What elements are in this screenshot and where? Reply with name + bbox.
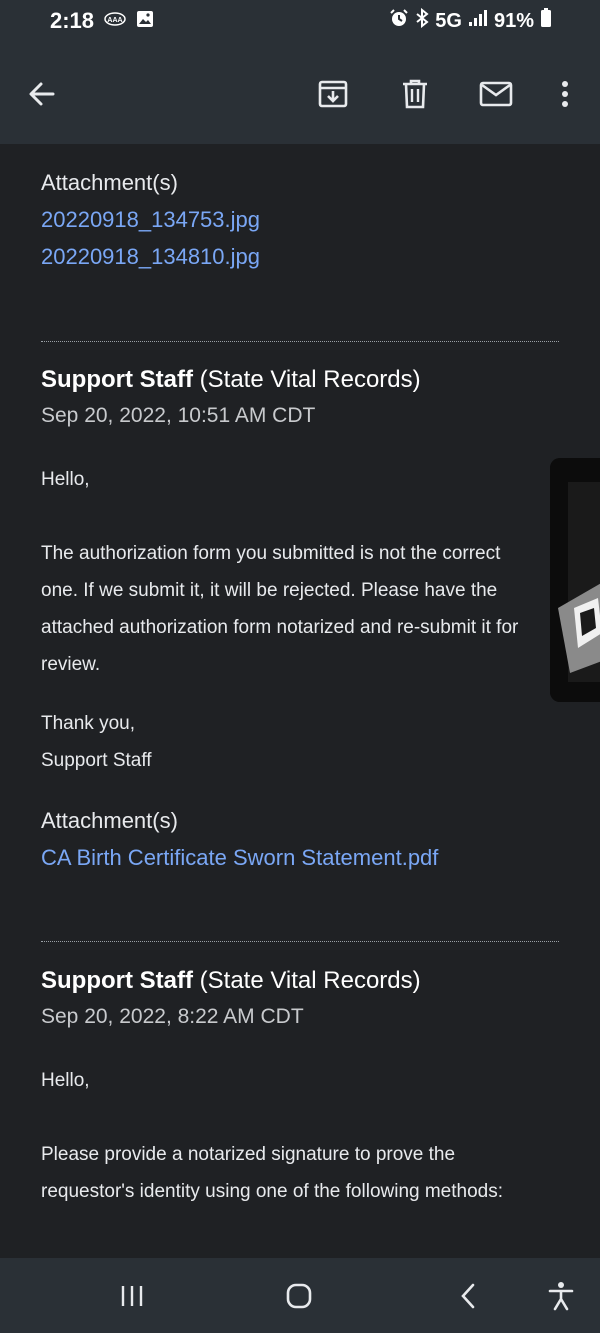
accessibility-icon[interactable] bbox=[539, 1276, 583, 1316]
attachment-link[interactable]: CA Birth Certificate Sworn Statement.pdf bbox=[41, 845, 438, 871]
home-icon[interactable] bbox=[277, 1276, 321, 1316]
message-closing: Thank you, bbox=[41, 713, 135, 734]
attachment-link[interactable]: 20220918_134753.jpg bbox=[41, 207, 260, 233]
message-greeting: Hello, bbox=[41, 469, 90, 490]
message-sender: Support Staff (State Vital Records) bbox=[41, 967, 421, 995]
message-body-line: requestor's identity using one of the fo… bbox=[41, 1181, 504, 1202]
email-thread: Attachment(s) 20220918_134753.jpg 202209… bbox=[0, 144, 600, 1258]
mark-unread-icon[interactable] bbox=[474, 72, 518, 116]
back-arrow-icon[interactable] bbox=[20, 72, 64, 116]
bluetooth-icon bbox=[415, 7, 429, 34]
aaa-notification-icon: AAA bbox=[104, 12, 126, 31]
message-divider bbox=[41, 941, 559, 942]
message-body-line: Please provide a notarized signature to … bbox=[41, 1144, 456, 1165]
floating-video-thumbnail[interactable] bbox=[550, 458, 600, 702]
sender-org: (State Vital Records) bbox=[199, 967, 421, 994]
message-body-line: attached authorization form notarized an… bbox=[41, 617, 519, 638]
message-body-line: one. If we submit it, it will be rejecte… bbox=[41, 580, 498, 601]
sender-name: Support Staff bbox=[41, 967, 193, 994]
message-date: Sep 20, 2022, 10:51 AM CDT bbox=[41, 404, 316, 427]
back-icon[interactable] bbox=[446, 1276, 490, 1316]
system-nav-bar bbox=[0, 1258, 600, 1333]
message-body-line: review. bbox=[41, 654, 101, 675]
message-date: Sep 20, 2022, 8:22 AM CDT bbox=[41, 1005, 304, 1028]
sender-org: (State Vital Records) bbox=[199, 366, 421, 393]
status-time: 2:18 bbox=[50, 8, 95, 33]
network-type: 5G bbox=[435, 9, 462, 32]
signal-icon bbox=[468, 9, 488, 33]
email-toolbar bbox=[0, 44, 600, 144]
battery-icon bbox=[540, 8, 552, 34]
svg-text:AAA: AAA bbox=[107, 17, 122, 24]
message-sender: Support Staff (State Vital Records) bbox=[41, 366, 421, 394]
attachment-link[interactable]: 20220918_134810.jpg bbox=[41, 244, 260, 270]
alarm-icon bbox=[389, 8, 409, 34]
archive-icon[interactable] bbox=[311, 72, 355, 116]
sender-name: Support Staff bbox=[41, 366, 193, 393]
recents-icon[interactable] bbox=[110, 1276, 154, 1316]
message-greeting: Hello, bbox=[41, 1070, 90, 1091]
gallery-notification-icon bbox=[136, 10, 154, 33]
battery-percent: 91% bbox=[493, 9, 534, 32]
message-divider bbox=[41, 341, 559, 342]
message-body-line: The authorization form you submitted is … bbox=[41, 543, 501, 564]
more-vert-icon[interactable] bbox=[543, 72, 587, 116]
attachments-title: Attachment(s) bbox=[41, 170, 178, 195]
attachments-title: Attachment(s) bbox=[41, 808, 178, 833]
status-bar: 2:18 AAA 5G 91% bbox=[0, 0, 600, 44]
delete-icon[interactable] bbox=[393, 72, 437, 116]
message-signature: Support Staff bbox=[41, 750, 152, 771]
